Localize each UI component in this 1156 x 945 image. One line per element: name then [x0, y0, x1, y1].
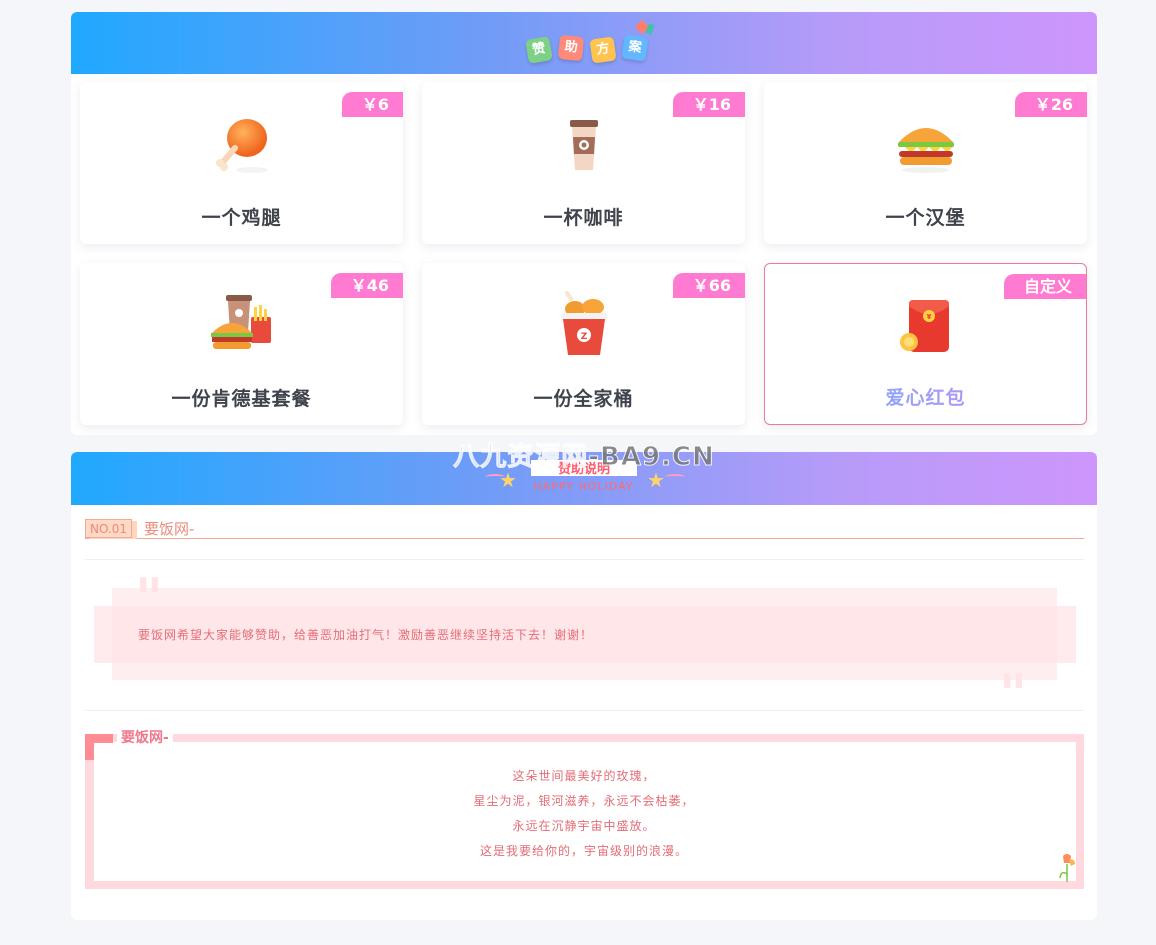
sponsor-option-family-bucket[interactable]: ￥66 Z 一份全家桶: [422, 263, 745, 425]
poem-lines: 这朵世间最美好的玫瑰， 星尘为泥，银河滋养，永远不会枯萎， 永远在沉静宇宙中盛放…: [71, 764, 1097, 864]
divider: [85, 710, 1084, 711]
divider: [85, 559, 1084, 560]
close-quote-icon: ": [999, 663, 1028, 726]
card-label: 一杯咖啡: [543, 207, 624, 229]
sponsor-option-custom[interactable]: 自定义 ¥ 爱心红包: [764, 263, 1087, 425]
sponsor-title-char: 赞: [525, 36, 553, 64]
explain-panel: ★ 赞助说明 HAPPY HOLIDAY ★ NO.01 要饭网- " 要饭网希…: [71, 452, 1097, 920]
swoosh-decoration: [665, 474, 685, 480]
section-title: 要饭网-: [144, 520, 195, 538]
sponsor-title: 赞 助 方 案: [525, 19, 665, 70]
sponsor-option-burger[interactable]: ￥26 一个汉堡: [764, 82, 1087, 244]
tulip-icon: [1059, 854, 1075, 882]
chicken-leg-icon: [215, 119, 268, 173]
poem-title: 要饭网-: [117, 727, 173, 747]
price-tag: ￥46: [330, 273, 403, 298]
sponsor-option-chicken-leg[interactable]: ￥6 一个鸡腿: [80, 82, 403, 244]
card-label: 一个汉堡: [885, 207, 966, 229]
sponsor-title-char: 方: [589, 36, 617, 64]
price-tag: ￥16: [672, 92, 745, 117]
card-label: 一份肯德基套餐: [171, 388, 312, 410]
sponsor-option-kfc-combo[interactable]: ￥46 一份肯德基套餐: [80, 263, 403, 425]
sponsor-panel: 赞 助 方 案 ￥6 一个鸡腿 ￥16 一杯咖啡 ￥26 一个汉堡 ￥46 一份…: [71, 12, 1097, 435]
card-label: 一份全家桶: [533, 388, 634, 410]
price-tag: ￥6: [341, 92, 403, 117]
price-tag: ￥26: [1014, 92, 1087, 117]
card-label: 爱心红包: [765, 383, 1086, 410]
sponsor-option-coffee[interactable]: ￥16 一杯咖啡: [422, 82, 745, 244]
section-heading: NO.01 要饭网-: [85, 519, 1084, 539]
coffee-cup-icon: [569, 120, 598, 170]
svg-text:Z: Z: [580, 332, 587, 342]
quote-text: 要饭网希望大家能够赞助，给善恶加油打气！激励善恶继续坚持活下去！谢谢！: [138, 628, 594, 642]
sponsor-title-char: 助: [557, 34, 585, 62]
sponsor-header: 赞 助 方 案: [71, 12, 1097, 74]
section-number-badge: NO.01: [85, 519, 133, 538]
site-watermark: 八九资源网-BA9.CN: [453, 442, 715, 473]
burger-icon: [897, 128, 954, 173]
combo-meal-icon: [210, 295, 271, 349]
poem-line: 永远在沉静宇宙中盛放。: [512, 819, 656, 833]
card-label: 一个鸡腿: [201, 207, 282, 229]
svg-text:¥: ¥: [926, 313, 931, 321]
poem-line: 这朵世间最美好的玫瑰，: [512, 769, 656, 783]
price-tag: ￥66: [672, 273, 745, 298]
poem-line: 这是我要给你的，宇宙级别的浪漫。: [479, 844, 688, 858]
red-envelope-icon: ¥: [899, 300, 949, 352]
sponsor-title-char: 案: [621, 34, 649, 62]
price-tag: 自定义: [1003, 274, 1086, 299]
chicken-bucket-icon: Z: [560, 291, 607, 355]
poem-line: 星尘为泥，银河滋养，永远不会枯萎，: [473, 794, 695, 808]
